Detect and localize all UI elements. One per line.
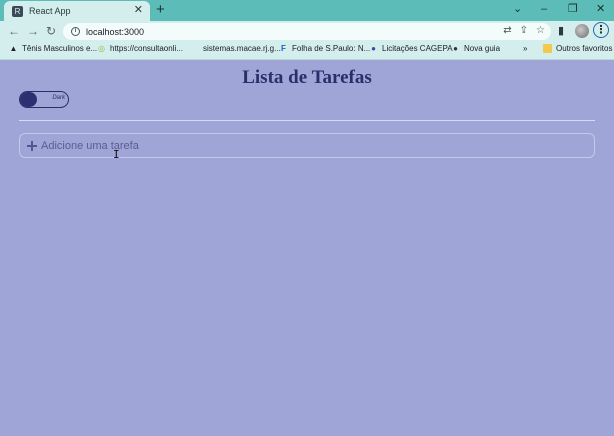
add-task-field[interactable] [19, 133, 595, 158]
forward-icon[interactable]: → [27, 24, 39, 38]
toggle-label: Dark [52, 95, 65, 101]
site-globe-icon: ◎ [98, 44, 105, 53]
close-window-icon[interactable]: ✕ [596, 2, 605, 16]
bookmarks-bar: ▲ Tênis Masculinos e... ◎ https://consul… [0, 41, 614, 60]
bookmark-item[interactable]: ● Nova guia [451, 44, 500, 53]
tab-search-icon[interactable]: ⌄ [513, 2, 522, 16]
folha-logo-icon: F [281, 44, 286, 53]
plus-icon [26, 140, 38, 152]
bookmark-item[interactable]: ● Licitações CAGEPA [369, 44, 452, 53]
react-favicon-icon: R [12, 5, 23, 17]
bookmark-item[interactable]: F Folha de S.Paulo: N... [279, 44, 370, 53]
translate-icon[interactable]: ⇄ [503, 25, 511, 37]
reload-icon[interactable]: ↻ [46, 24, 56, 38]
share-icon[interactable]: ⇪ [520, 25, 528, 37]
bookmark-item[interactable]: sistemas.macae.rj.g... [190, 44, 281, 53]
new-tab-icon[interactable]: + [156, 2, 165, 18]
bookmarks-overflow-icon[interactable]: » [523, 44, 527, 53]
folder-icon [543, 44, 552, 53]
browser-menu-icon[interactable]: ⋮ [593, 22, 609, 38]
side-panel-icon[interactable]: ▮ [558, 24, 564, 38]
cagepa-logo-icon: ● [371, 44, 376, 53]
profile-avatar[interactable] [575, 24, 589, 38]
back-icon[interactable]: ← [8, 24, 20, 38]
theme-toggle[interactable]: Dark [19, 91, 69, 108]
page-title: Lista de Tarefas [242, 67, 372, 88]
brand-logo-icon: ▲ [9, 44, 18, 53]
close-tab-icon[interactable]: ✕ [134, 4, 143, 16]
globe-icon: ● [453, 44, 458, 53]
bookmark-star-icon[interactable]: ☆ [536, 25, 545, 37]
bookmark-item[interactable]: ▲ Tênis Masculinos e... [9, 44, 98, 53]
text-cursor-icon: I [113, 148, 120, 161]
divider [19, 120, 595, 121]
restore-icon[interactable]: ❐ [568, 2, 578, 16]
url-text: localhost:3000 [86, 26, 145, 37]
blank-page-icon [190, 44, 199, 53]
bookmark-item[interactable]: ◎ https://consultaonli... [97, 44, 183, 53]
other-bookmarks-folder[interactable]: Outros favoritos [543, 44, 612, 53]
browser-tab[interactable]: R React App ✕ [4, 1, 150, 21]
site-info-icon[interactable]: i [71, 27, 80, 36]
browser-toolbar: ← → ↻ i localhost:3000 ⇄ ⇪ ☆ ▮ [0, 21, 614, 41]
browser-title-bar: R React App ✕ + ⌄ – ❐ ✕ [0, 0, 614, 21]
minimize-icon[interactable]: – [541, 2, 547, 16]
address-bar[interactable]: i localhost:3000 ⇄ ⇪ ☆ [63, 23, 551, 40]
toggle-knob [20, 92, 37, 107]
tab-title: React App [29, 6, 71, 16]
